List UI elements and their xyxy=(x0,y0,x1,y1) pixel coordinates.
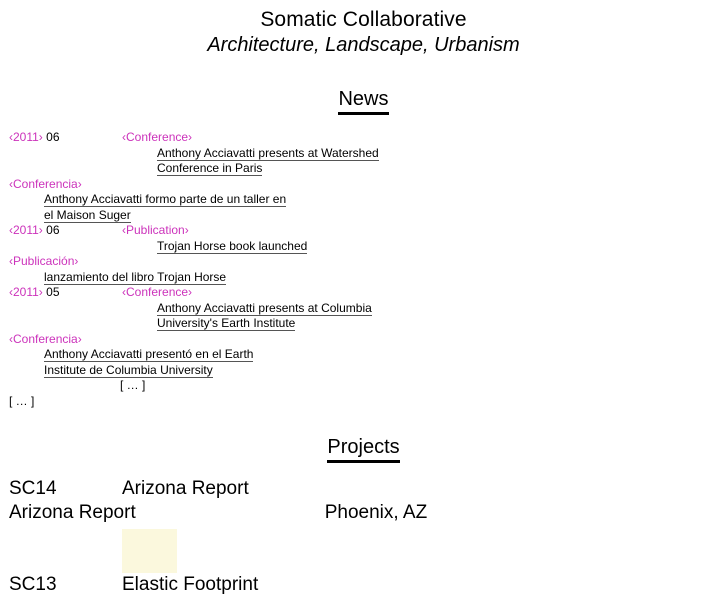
news-month: 05 xyxy=(46,285,60,299)
project-thumbnail-wrap xyxy=(0,529,727,573)
news-date: ‹2011› 05 xyxy=(9,285,122,301)
news-title-en-line2: University's Earth Institute xyxy=(0,316,727,332)
page-root: { "site": { "title": "Somatic Collaborat… xyxy=(0,0,727,595)
news-title-es-line1: Anthony Acciavatti presentó en el Earth xyxy=(0,347,727,363)
project-row: SC13 Elastic Footprint xyxy=(0,573,727,597)
news-year[interactable]: ‹2011› xyxy=(9,223,43,237)
news-item: ‹2011› 06 ‹Publication› Trojan Horse book… xyxy=(0,223,727,285)
news-title-en-line2: Conference in Paris xyxy=(0,161,727,177)
news-date: ‹2011› 06 xyxy=(9,223,122,239)
news-list: ‹2011› 06 ‹Conference› Anthony Acciavatti… xyxy=(0,130,727,409)
news-month: 06 xyxy=(46,223,60,237)
news-year[interactable]: ‹2011› xyxy=(9,130,43,144)
news-category-es[interactable]: ‹Conferencia› xyxy=(9,332,82,346)
news-year[interactable]: ‹2011› xyxy=(9,285,43,299)
project-code[interactable]: SC13 xyxy=(9,573,122,597)
project-code[interactable]: SC14 xyxy=(9,477,122,501)
news-link[interactable]: el Maison Suger xyxy=(44,208,131,223)
news-more-left[interactable]: [ … ] xyxy=(0,394,727,410)
news-category-es[interactable]: ‹Conferencia› xyxy=(9,177,82,191)
news-category-es-row: ‹Conferencia› xyxy=(0,177,727,193)
news-meta-row: ‹2011› 06 ‹Conference› xyxy=(0,130,727,146)
news-link[interactable]: Institute de Columbia University xyxy=(44,363,213,378)
news-title-es-line1: Anthony Acciavatti formo parte de un tal… xyxy=(0,192,727,208)
project-subtitle-row: Arizona Report Phoenix, AZ xyxy=(0,501,727,525)
projects-list: SC14 Arizona Report Arizona Report Phoenix… xyxy=(0,477,727,597)
news-link[interactable]: University's Earth Institute xyxy=(157,316,296,331)
projects-heading-label[interactable]: Projects xyxy=(327,435,400,463)
news-category-en[interactable]: ‹Publication› xyxy=(122,223,189,237)
news-section-heading: News xyxy=(0,87,727,115)
news-title-en-line1: Anthony Acciavatti presents at Watershed xyxy=(0,146,727,162)
news-link[interactable]: Anthony Acciavatti presentó en el Earth xyxy=(44,347,254,362)
news-category-es[interactable]: ‹Publicación› xyxy=(9,254,78,268)
project-subtitle: Arizona Report xyxy=(9,502,136,523)
news-date: ‹2011› 06 xyxy=(9,130,122,146)
site-subtitle: Architecture, Landscape, Urbanism xyxy=(207,34,520,56)
news-link[interactable]: Anthony Acciavatti formo parte de un tal… xyxy=(44,192,287,207)
news-item: ‹2011› 05 ‹Conference› Anthony Acciavatti… xyxy=(0,285,727,378)
news-title-es-line2: Institute de Columbia University xyxy=(0,363,727,379)
project-name[interactable]: Elastic Footprint xyxy=(122,574,258,595)
news-meta-row: ‹2011› 06 ‹Publication› xyxy=(0,223,727,239)
news-title-es-line1: lanzamiento del libro Trojan Horse xyxy=(0,270,727,286)
news-link[interactable]: Trojan Horse book launched xyxy=(157,239,308,254)
project-row: SC14 Arizona Report xyxy=(0,477,727,501)
site-masthead: Somatic Collaborative Architecture, Land… xyxy=(0,0,727,58)
news-title-en-line1: Anthony Acciavatti presents at Columbia xyxy=(0,301,727,317)
news-category-es-row: ‹Publicación› xyxy=(0,254,727,270)
news-category-en[interactable]: ‹Conference› xyxy=(122,130,192,144)
news-month: 06 xyxy=(46,130,60,144)
news-heading-label[interactable]: News xyxy=(338,87,389,115)
project-name[interactable]: Arizona Report xyxy=(122,478,249,499)
project-item: SC14 Arizona Report Arizona Report Phoenix… xyxy=(0,477,727,573)
news-meta-row: ‹2011› 05 ‹Conference› xyxy=(0,285,727,301)
project-thumbnail[interactable] xyxy=(122,529,177,573)
news-category-es-row: ‹Conferencia› xyxy=(0,332,727,348)
news-item: ‹2011› 06 ‹Conference› Anthony Acciavatti… xyxy=(0,130,727,223)
news-title-es-line2: el Maison Suger xyxy=(0,208,727,224)
project-location: Phoenix, AZ xyxy=(324,502,428,523)
news-link[interactable]: Anthony Acciavatti presents at Watershed xyxy=(157,146,379,161)
projects-section-heading: Projects xyxy=(0,435,727,463)
news-category-en[interactable]: ‹Conference› xyxy=(122,285,192,299)
news-title-en-line1: Trojan Horse book launched xyxy=(0,239,727,255)
news-link[interactable]: Conference in Paris xyxy=(157,161,263,176)
news-link[interactable]: Anthony Acciavatti presents at Columbia xyxy=(157,301,372,316)
news-link[interactable]: lanzamiento del libro Trojan Horse xyxy=(44,270,227,285)
project-item: SC13 Elastic Footprint xyxy=(0,573,727,597)
news-more-indented[interactable]: [ … ] xyxy=(0,378,727,394)
site-title: Somatic Collaborative xyxy=(260,8,467,31)
